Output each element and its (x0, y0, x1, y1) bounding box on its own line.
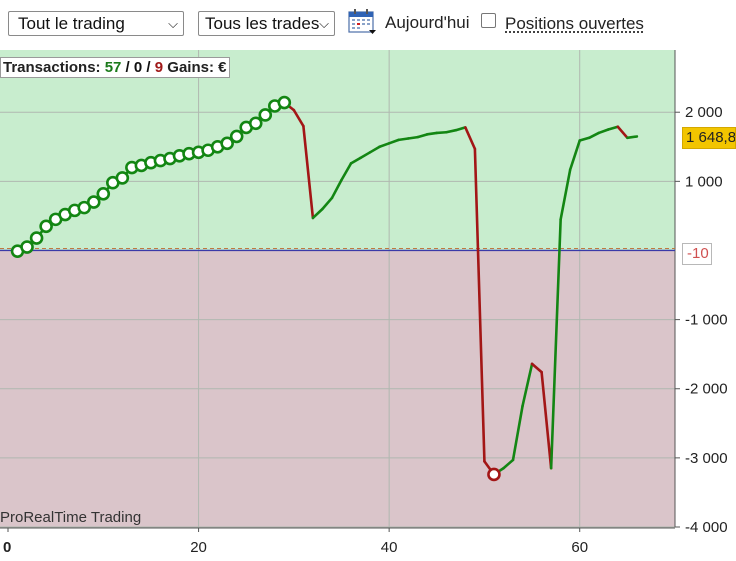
x-tick-label: 40 (381, 539, 398, 556)
series-segment (435, 130, 448, 135)
equity-curve-chart: 2 000 1 000 -1 000 -2 000 -3 000 -4 000 0 20 40 6… (0, 50, 728, 556)
y-tick-label: 1 000 (685, 173, 723, 190)
series-segment (626, 135, 639, 140)
gains-currency: € (218, 59, 227, 76)
y-tick-label: -3 000 (685, 450, 728, 467)
neutral-trades-count: 0 (133, 59, 143, 76)
data-point-marker (96, 186, 111, 201)
zero-line-tag: -10 (682, 243, 712, 265)
data-point-marker (277, 95, 292, 110)
transactions-label: Transactions: (3, 59, 101, 76)
losing-trades-count: 9 (154, 59, 164, 76)
data-point-marker (229, 129, 244, 144)
data-point-marker (248, 116, 263, 131)
series-segment (425, 131, 439, 136)
brand-label: ProRealTime Trading (0, 509, 142, 526)
separator: / (142, 59, 155, 76)
y-tick-label: -2 000 (685, 381, 728, 398)
minimum-point-marker (487, 467, 501, 482)
data-point-marker (86, 195, 101, 209)
series-segment (397, 137, 410, 142)
y-tick-label: 2 000 (685, 104, 723, 121)
gain-zone (0, 50, 675, 251)
x-tick-label: 20 (190, 539, 207, 556)
y-tick-label: -1 000 (685, 312, 728, 329)
data-point-marker (258, 108, 273, 122)
separator: / (121, 59, 134, 76)
winning-trades-count: 57 (104, 59, 122, 76)
gains-label: Gains: (167, 59, 214, 76)
data-point-marker (20, 240, 34, 254)
x-tick-label: 0 (3, 539, 11, 556)
series-segment (406, 135, 420, 140)
current-value-tag: 1 648,8 (682, 127, 736, 149)
transactions-summary: Transactions: 57 / 0 / 9 Gains: € (0, 57, 231, 78)
data-point-marker (115, 171, 130, 185)
data-point-marker (29, 231, 44, 245)
y-tick-label: -4 000 (685, 519, 728, 536)
x-tick-label: 60 (571, 539, 588, 556)
